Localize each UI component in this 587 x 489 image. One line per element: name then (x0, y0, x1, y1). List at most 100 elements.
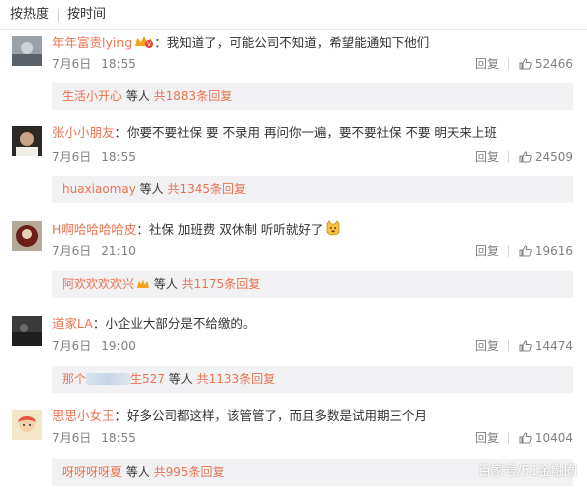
comment-actions: 回复 19616 (453, 244, 573, 258)
reply-thread-others: 等人 (122, 465, 154, 479)
comment-date: 7月6日 (52, 244, 92, 258)
reply-thread-others: 等人 (135, 182, 168, 196)
comment-time: 18:55 (101, 431, 136, 445)
comment-time: 21:10 (101, 244, 136, 258)
watermark: 百家号/51金融圈 (478, 464, 577, 479)
avatar[interactable] (12, 221, 42, 251)
comment-time: 18:55 (101, 150, 136, 164)
comment-body: 张小小朋友：你要不要社保 要 不录用 再问你一遍，要不要社保 不要 明天来上班 (52, 125, 497, 141)
reply-thread[interactable]: 生活小开心 等人 共1883条回复 (52, 83, 573, 110)
comment-item: 道家LA：小企业大部分是不给缴的。 7月6日 19:00 回复 14474 那个 生… (0, 306, 587, 400)
comment-time: 19:00 (101, 339, 136, 353)
reply-thread[interactable]: 阿欢欢欢欢兴 等人 共1175条回复 (52, 271, 573, 298)
action-divider (508, 151, 509, 163)
reply-button[interactable]: 回复 (475, 431, 499, 445)
comment-meta: 7月6日 18:55 (52, 431, 146, 445)
comment-item: H啊哈哈哈哈皮：社保 加班费 双休制 听听就好了 7月6日 21:10 回复 19… (0, 213, 587, 307)
reply-thread-user[interactable]: 那个 (62, 372, 86, 386)
sort-by-time-tab[interactable]: 按时间 (67, 7, 106, 23)
comment-meta: 7月6日 18:55 (52, 57, 146, 71)
comment-colon: ： (92, 316, 106, 331)
comment-date: 7月6日 (52, 57, 92, 71)
reply-button[interactable]: 回复 (475, 244, 499, 258)
vip-crown-icon: V (134, 35, 154, 53)
action-divider (508, 432, 509, 444)
avatar[interactable] (12, 410, 42, 440)
reply-thread-user[interactable]: 呀呀呀呀夏 (62, 465, 122, 479)
comment-time: 18:55 (101, 57, 136, 71)
comment-username[interactable]: 思思小女王 (52, 408, 115, 423)
thumb-up-icon (519, 340, 532, 352)
reply-thread-count[interactable]: 共1175条回复 (182, 277, 261, 291)
comment-text: 好多公司都这样，该管管了，而且多数是试用期三个月 (127, 408, 428, 423)
reply-thread-others: 等人 (122, 89, 154, 103)
like-button[interactable]: 19616 (519, 244, 573, 258)
like-count: 19616 (534, 244, 573, 258)
comment-actions: 回复 24509 (453, 150, 573, 164)
comment-username[interactable]: H啊哈哈哈哈皮 (52, 222, 136, 237)
comment-meta: 7月6日 21:10 (52, 244, 146, 258)
action-divider (508, 58, 509, 70)
reply-thread-count[interactable]: 共1883条回复 (154, 89, 233, 103)
reply-button[interactable]: 回复 (475, 150, 499, 164)
vip-crown-icon (136, 278, 150, 294)
thumb-up-icon (519, 245, 532, 257)
reply-thread-others: 等人 (150, 277, 182, 291)
comment-username[interactable]: 张小小朋友 (52, 125, 115, 140)
comment-date: 7月6日 (52, 339, 92, 353)
like-count: 10404 (534, 431, 573, 445)
comment-actions: 回复 52466 (453, 57, 573, 71)
reply-thread-user-tail[interactable]: 生527 (130, 372, 165, 386)
reply-thread[interactable]: 那个 生527 等人 共1133条回复 (52, 366, 573, 393)
reply-thread[interactable]: huaxiaomay 等人 共1345条回复 (52, 176, 573, 203)
thumb-up-icon (519, 151, 532, 163)
reply-thread-user[interactable]: huaxiaomay (62, 182, 136, 196)
comment-colon: ： (136, 222, 149, 237)
comment-item: 年年富贵lying V ：我知道了，可能公司不知道，希望能通知下他们 7月6日 18:… (0, 30, 587, 124)
comment-text: 小企业大部分是不给缴的。 (105, 316, 256, 331)
like-button[interactable]: 14474 (519, 339, 573, 353)
avatar[interactable] (12, 316, 42, 346)
comment-colon: ： (114, 125, 128, 140)
reply-thread-count[interactable]: 共1345条回复 (167, 182, 246, 196)
redacted-name-mask (86, 373, 131, 385)
like-count: 14474 (534, 339, 573, 353)
reply-button[interactable]: 回复 (475, 339, 499, 353)
comment-text: 社保 加班费 双休制 听听就好了 (148, 222, 324, 237)
sort-by-hot-tab[interactable]: 按热度 (10, 7, 49, 23)
reply-thread-count[interactable]: 共1133条回复 (197, 372, 276, 386)
comment-date: 7月6日 (52, 431, 92, 445)
reply-thread-user[interactable]: 阿欢欢欢欢兴 (62, 277, 134, 291)
action-divider (508, 340, 509, 352)
comment-actions: 回复 14474 (453, 339, 573, 353)
avatar[interactable] (12, 126, 42, 156)
action-divider (508, 245, 509, 257)
comment-date: 7月6日 (52, 150, 92, 164)
comment-meta: 7月6日 18:55 (52, 150, 146, 164)
comment-colon: ： (114, 408, 128, 423)
comment-item: 张小小朋友：你要不要社保 要 不录用 再问你一遍，要不要社保 不要 明天来上班 … (0, 120, 587, 214)
reply-button[interactable]: 回复 (475, 57, 499, 71)
reply-thread-count[interactable]: 共995条回复 (154, 465, 225, 479)
comment-body: H啊哈哈哈哈皮：社保 加班费 双休制 听听就好了 (52, 220, 341, 240)
dog-face-emoji (325, 220, 341, 240)
thumb-up-icon (519, 58, 532, 70)
sort-divider (58, 9, 59, 22)
like-button[interactable]: 52466 (519, 57, 573, 71)
like-button[interactable]: 24509 (519, 150, 573, 164)
like-count: 52466 (534, 57, 573, 71)
comment-username[interactable]: 道家LA (52, 316, 93, 331)
comment-body: 道家LA：小企业大部分是不给缴的。 (52, 316, 255, 332)
like-button[interactable]: 10404 (519, 431, 573, 445)
sort-bar: 按热度 按时间 (0, 0, 587, 30)
avatar[interactable] (12, 36, 42, 66)
comment-colon: ： (154, 35, 167, 50)
comment-text: 我知道了，可能公司不知道，希望能通知下他们 (166, 35, 430, 50)
comment-text: 你要不要社保 要 不录用 再问你一遍，要不要社保 不要 明天来上班 (127, 125, 497, 140)
comment-username[interactable]: 年年富贵lying (52, 35, 132, 50)
thumb-up-icon (519, 432, 532, 444)
comment-body: 年年富贵lying V ：我知道了，可能公司不知道，希望能通知下他们 (52, 35, 429, 53)
reply-thread-user[interactable]: 生活小开心 (62, 89, 122, 103)
comment-meta: 7月6日 19:00 (52, 339, 146, 353)
reply-thread-others: 等人 (164, 372, 197, 386)
